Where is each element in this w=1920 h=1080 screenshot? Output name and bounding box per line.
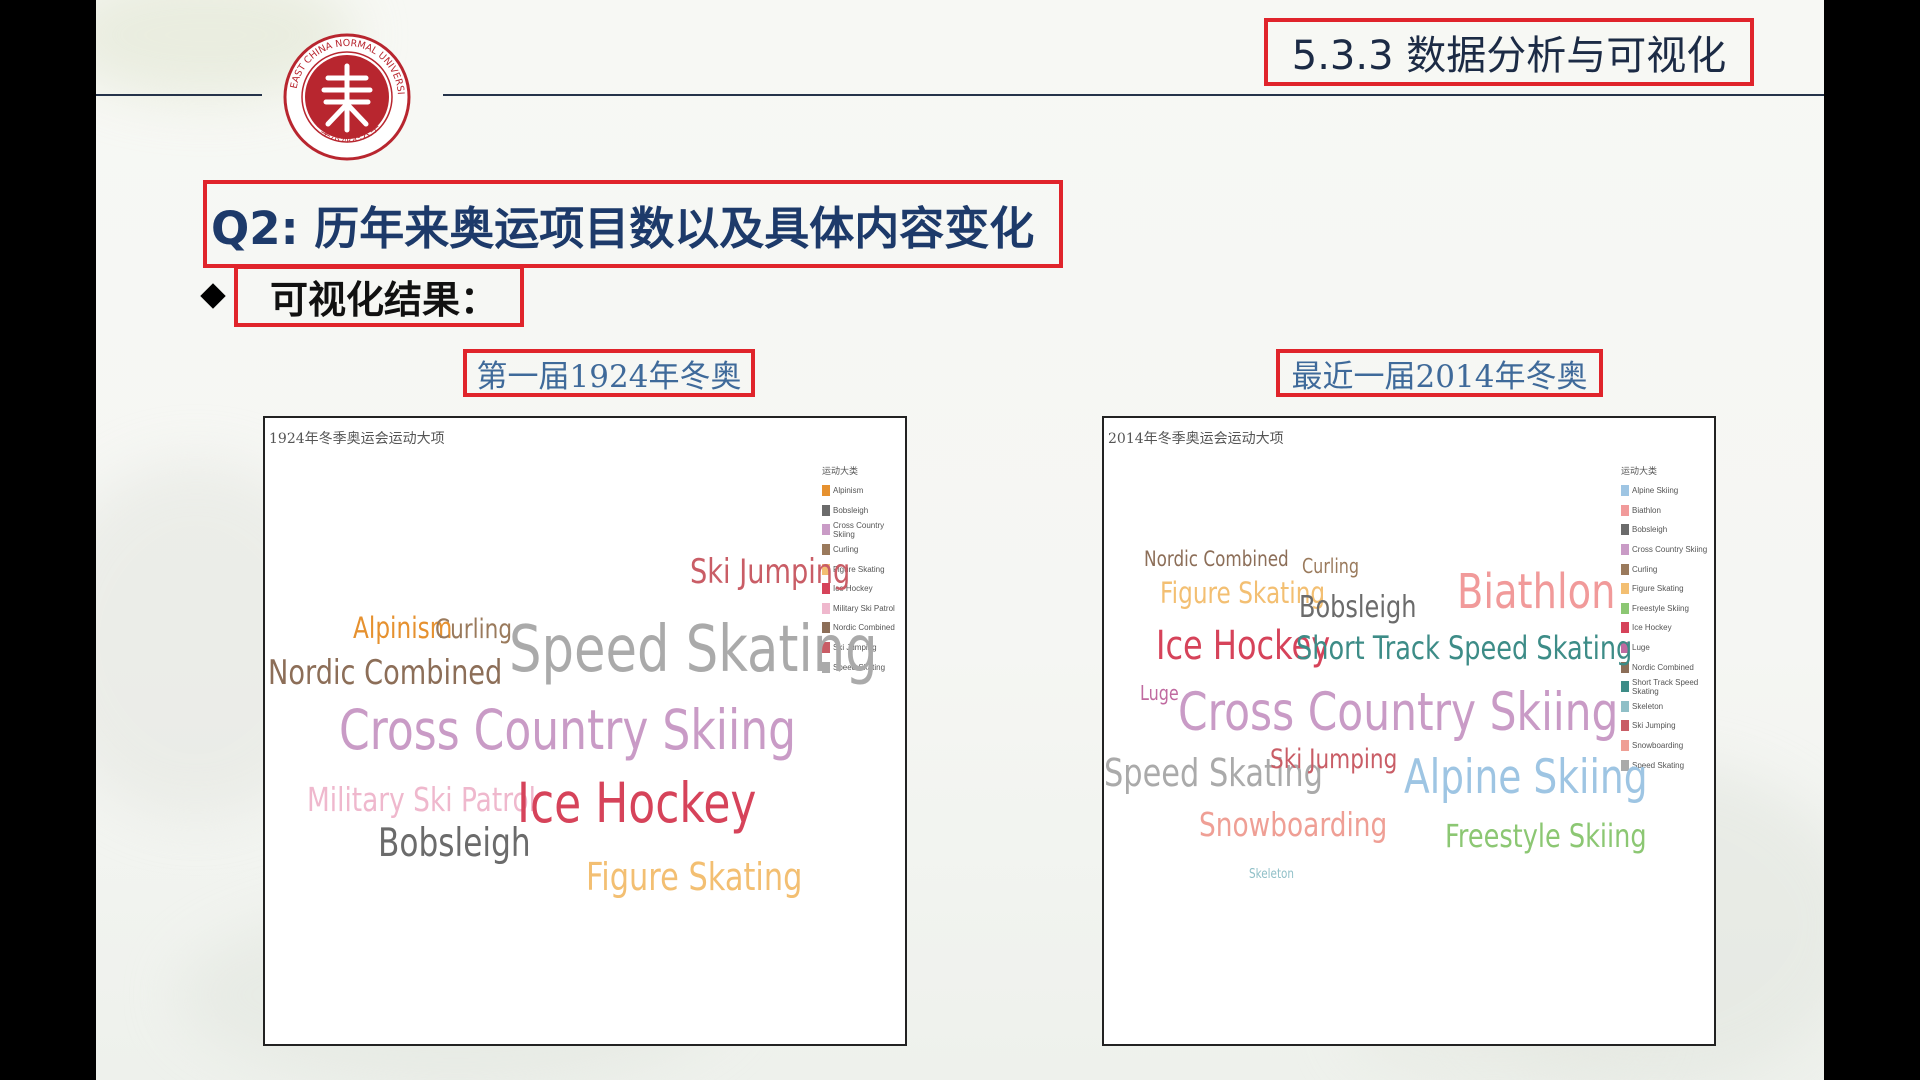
word-cloud-term: Nordic Combined [1144,547,1289,571]
word-cloud-term: Figure Skating [586,855,803,899]
legend-label: Snowboarding [1632,741,1684,751]
word-cloud-term: Cross Country Skiing [339,698,797,762]
legend-label: Cross Country Skiing [1632,545,1708,555]
word-cloud-term: Biathlon [1457,564,1616,620]
legend-swatch [1621,504,1629,516]
question-title: Q2: 历年来奥运项目数以及具体内容变化 [203,180,1063,268]
legend-item: Cross Country Skiing [1621,540,1714,560]
header-divider [443,94,1824,96]
word-cloud-term: Bobsleigh [378,821,531,866]
word-cloud-term: Freestyle Skiing [1445,817,1647,855]
word-cloud-term: Skeleton [1249,867,1294,882]
legend-swatch [1621,563,1629,575]
legend-label: Skeleton [1632,701,1664,711]
legend-item: Luge [1621,638,1714,658]
word-cloud-term: Military Ski Patrol [307,780,536,819]
legend-label: Cross Country Skiing [833,520,885,539]
legend-title: 运动大类 [822,466,859,476]
legend-swatch [822,504,830,516]
legend-label: Luge [1632,643,1650,653]
legend-item: Alpinism [822,481,905,501]
chart-title: 2014年冬季奥运会运动大项 [1108,431,1284,447]
chart-title: 1924年冬季奥运会运动大项 [269,431,445,447]
diamond-bullet-icon [200,283,226,309]
word-cloud-term: Snowboarding [1199,805,1388,844]
legend-item: Biathlon [1621,501,1714,521]
panel-caption-1924: 第一届1924年冬奥 [463,349,755,397]
word-cloud-term: Curling [435,614,513,645]
legend-swatch [1621,681,1629,693]
legend-label: Bobsleigh [1632,525,1668,535]
legend-item: Nordic Combined [1621,657,1714,677]
legend-swatch [822,485,830,497]
word-cloud-term: Bobsleigh [1299,590,1417,625]
legend-item: Skeleton [1621,697,1714,717]
legend-label: Figure Skating [1632,584,1684,594]
legend-label: Alpine Skiing [1632,486,1679,496]
legend-swatch [1621,602,1629,614]
word-cloud-term: Ski Jumping [690,552,851,592]
legend-swatch [1621,524,1629,536]
legend-label: Ice Hockey [1632,623,1672,633]
legend-swatch [1621,583,1629,595]
legend: 运动大类 Alpine Skiing Biathlon Bobsleigh Cross… [1621,464,1714,775]
legend-label: Ski Jumping [1632,721,1676,731]
word-cloud-term: Cross Country Skiing [1178,682,1619,743]
legend-swatch [1621,485,1629,497]
legend-swatch [1621,544,1629,556]
legend-label: Alpinism [833,486,864,496]
word-cloud-term: Speed Skating [509,613,878,687]
legend-item: Ice Hockey [1621,618,1714,638]
header-divider [96,94,262,96]
legend-label: Freestyle Skiing [1632,603,1689,613]
legend-item: Figure Skating [1621,579,1714,599]
panel-caption-2014: 最近一届2014年冬奥 [1276,349,1603,397]
word-cloud-term: Alpine Skiing [1404,750,1648,805]
legend-swatch [1621,720,1629,732]
legend-swatch [822,524,830,536]
legend-item: Cross Country Skiing [822,520,905,540]
legend-item: Ski Jumping [1621,716,1714,736]
wordcloud-panel-2014: 2014年冬季奥运会运动大项 运动大类 Alpine Skiing Biathlo… [1102,416,1716,1046]
word-cloud-term: Short Track Speed Skating [1296,629,1633,667]
legend-title: 运动大类 [1621,466,1658,476]
legend-item: Bobsleigh [822,501,905,521]
legend-label: Nordic Combined [1632,662,1694,672]
word-cloud-term: Nordic Combined [268,653,503,693]
legend-item: Alpine Skiing [1621,481,1714,501]
legend-label: Bobsleigh [833,505,869,515]
legend-item: Curling [1621,559,1714,579]
word-cloud-term: Ice Hockey [517,771,757,835]
legend-label: Curling [1632,564,1658,574]
slide: EAST CHINA NORMAL UNIVERSITY 华东师范大学 5.3.… [96,0,1824,1080]
legend-label: Military Ski Patrol [833,603,895,613]
word-cloud-term: Luge [1140,681,1179,705]
word-cloud-term: Curling [1302,554,1360,578]
bullet-label: 可视化结果： [234,265,524,327]
legend-item: Bobsleigh [1621,520,1714,540]
university-logo: EAST CHINA NORMAL UNIVERSITY 华东师范大学 [282,32,411,161]
legend-label: Biathlon [1632,505,1661,515]
legend-item: Short Track Speed Skating [1621,677,1714,697]
legend-swatch [1621,700,1629,712]
word-cloud-term: Ski Jumping [1270,744,1398,775]
legend-item: Freestyle Skiing [1621,599,1714,619]
wordcloud-panel-1924: 1924年冬季奥运会运动大项 运动大类 Alpinism Bobsleigh Cro… [263,416,907,1046]
legend-label: Short Track Speed Skating [1632,677,1699,696]
section-title: 5.3.3 数据分析与可视化 [1264,18,1754,86]
